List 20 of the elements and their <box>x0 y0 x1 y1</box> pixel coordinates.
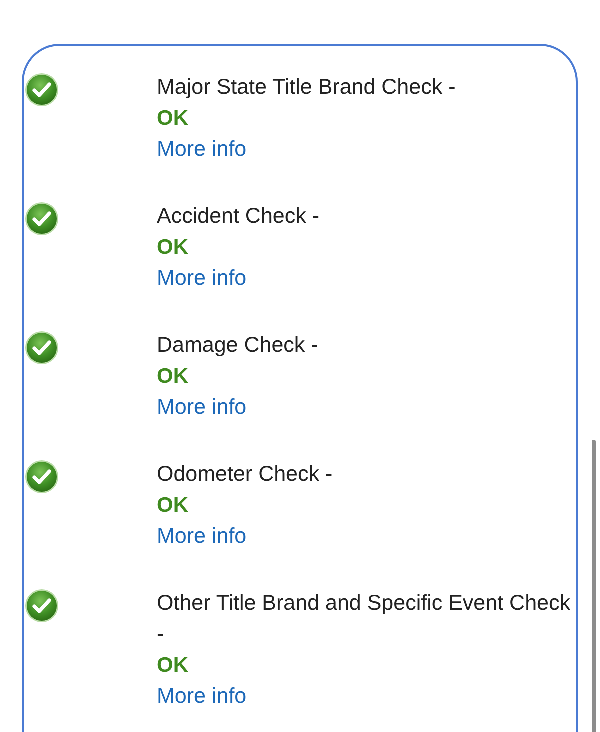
check-status: OK <box>157 653 188 679</box>
more-info-link[interactable]: More info <box>157 134 247 165</box>
more-info-link[interactable]: More info <box>157 263 247 294</box>
more-info-link[interactable]: More info <box>157 392 247 423</box>
check-title: Major State Title Brand Check - <box>157 74 456 101</box>
check-title: Odometer Check - <box>157 461 333 488</box>
more-info-link[interactable]: More info <box>157 681 247 712</box>
check-title: Damage Check - <box>157 332 318 359</box>
check-circle-icon <box>25 460 59 494</box>
check-status: OK <box>157 235 188 261</box>
check-status: OK <box>157 106 188 132</box>
check-status: OK <box>157 493 188 519</box>
check-circle-icon <box>25 331 59 365</box>
check-circle-icon <box>25 589 59 623</box>
check-circle-icon <box>25 73 59 107</box>
check-title: Accident Check - <box>157 203 320 230</box>
check-status: OK <box>157 364 188 390</box>
check-circle-icon <box>25 202 59 236</box>
more-info-link[interactable]: More info <box>157 521 247 552</box>
check-title: Other Title Brand and Specific Event Check - <box>157 590 572 648</box>
